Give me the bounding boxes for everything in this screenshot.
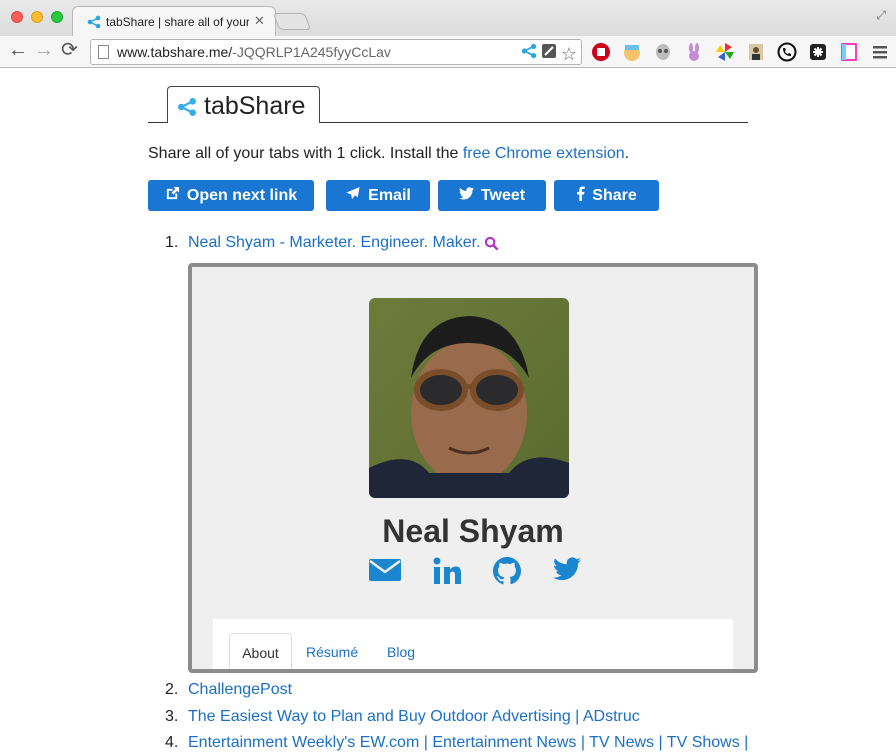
linkedin-icon[interactable]	[433, 557, 461, 590]
alien-icon[interactable]	[652, 41, 674, 63]
chrome-extension-link[interactable]: free Chrome extension	[463, 145, 625, 162]
tab-close-icon[interactable]: ✕	[254, 13, 265, 29]
note-icon[interactable]	[838, 41, 860, 63]
list-number: 1.	[165, 234, 179, 251]
brand-header[interactable]: tabShare	[167, 86, 320, 123]
link-preview-frame[interactable]: Neal Shyam About Résumé Blog	[188, 263, 758, 673]
browser-tab-title: tabShare | share all of your	[106, 15, 249, 29]
twitter-icon	[458, 186, 474, 205]
browser-tab-active[interactable]: tabShare | share all of your ✕	[72, 6, 276, 37]
email-button[interactable]: Email	[326, 180, 430, 211]
url-path: -JQQRLP1A245fyyCcLav	[232, 44, 391, 60]
social-links	[369, 557, 581, 590]
puzzle-icon[interactable]	[807, 41, 829, 63]
page-content: tabShare Share all of your tabs with 1 c…	[0, 69, 896, 752]
facebook-icon	[576, 185, 585, 206]
link-adstruc[interactable]: The Easiest Way to Plan and Buy Outdoor …	[188, 708, 640, 726]
link-ew[interactable]: Entertainment Weekly's EW.com | Entertai…	[188, 734, 748, 752]
pinwheel-icon[interactable]	[714, 41, 736, 63]
bunny-icon[interactable]	[683, 41, 705, 63]
forward-arrow-icon[interactable]: →	[34, 40, 54, 60]
zoom-window-button[interactable]	[51, 11, 63, 23]
back-arrow-icon[interactable]: ←	[8, 40, 28, 60]
close-window-button[interactable]	[11, 11, 23, 23]
external-link-icon	[165, 186, 180, 206]
phone-icon[interactable]	[776, 41, 798, 63]
header-rule-right	[319, 122, 748, 123]
extension-icons	[590, 41, 891, 63]
adblock-icon[interactable]	[590, 41, 612, 63]
url-host: www.tabshare.me/	[117, 44, 233, 60]
email-label: Email	[368, 186, 411, 204]
header-rule-left	[148, 122, 168, 123]
pen-extension-icon[interactable]	[541, 43, 557, 64]
share-icon[interactable]	[521, 43, 537, 64]
intro-text: Share all of your tabs with 1 click. Ins…	[148, 145, 629, 163]
tab-resume[interactable]: Résumé	[306, 633, 358, 669]
open-next-label: Open next link	[186, 186, 298, 204]
share-label: Share	[592, 186, 637, 204]
share-logo-icon	[177, 97, 197, 122]
tab-about[interactable]: About	[229, 633, 292, 669]
share-favicon-icon	[87, 15, 101, 34]
page-icon	[98, 45, 109, 59]
fullscreen-icon[interactable]: ⤢	[876, 8, 886, 23]
github-icon[interactable]	[493, 557, 521, 590]
cartoon-face-icon[interactable]	[621, 41, 643, 63]
share-button[interactable]: Share	[554, 180, 659, 211]
envelope-icon[interactable]	[369, 557, 401, 590]
minimize-window-button[interactable]	[31, 11, 43, 23]
link-neal-shyam[interactable]: Neal Shyam - Marketer. Engineer. Maker.	[188, 234, 481, 252]
list-number: 2.	[165, 681, 179, 698]
star-icon[interactable]: ☆	[561, 45, 577, 63]
link-challengepost[interactable]: ChallengePost	[188, 681, 292, 699]
new-tab-button[interactable]	[272, 13, 312, 30]
url-text: www.tabshare.me/-JQQRLP1A245fyyCcLav	[117, 44, 391, 60]
list-number: 3.	[165, 708, 179, 725]
twitter-icon[interactable]	[553, 557, 581, 590]
open-next-link-button[interactable]: Open next link	[148, 180, 314, 211]
address-bar[interactable]: www.tabshare.me/-JQQRLP1A245fyyCcLav ☆	[90, 39, 582, 65]
menu-icon[interactable]	[869, 41, 891, 63]
tweet-button[interactable]: Tweet	[438, 180, 546, 211]
portrait-icon[interactable]	[745, 41, 767, 63]
intro-suffix: .	[624, 145, 630, 162]
search-icon[interactable]	[484, 236, 499, 256]
profile-tabs-panel: About Résumé Blog	[213, 619, 733, 669]
list-number: 4.	[165, 734, 179, 751]
tweet-label: Tweet	[480, 186, 526, 204]
intro-sentence: Share all of your tabs with 1 click. Ins…	[148, 145, 463, 162]
reload-icon[interactable]: ⟳	[61, 40, 78, 60]
tab-blog[interactable]: Blog	[387, 633, 415, 669]
profile-photo	[369, 298, 569, 498]
paper-plane-icon	[345, 186, 361, 206]
brand-name: tabShare	[204, 92, 306, 120]
browser-titlebar: tabShare | share all of your ✕ ⤢	[0, 0, 896, 37]
profile-name: Neal Shyam	[382, 513, 564, 549]
browser-toolbar: ← → ⟳ www.tabshare.me/-JQQRLP1A245fyyCcL…	[0, 36, 896, 68]
